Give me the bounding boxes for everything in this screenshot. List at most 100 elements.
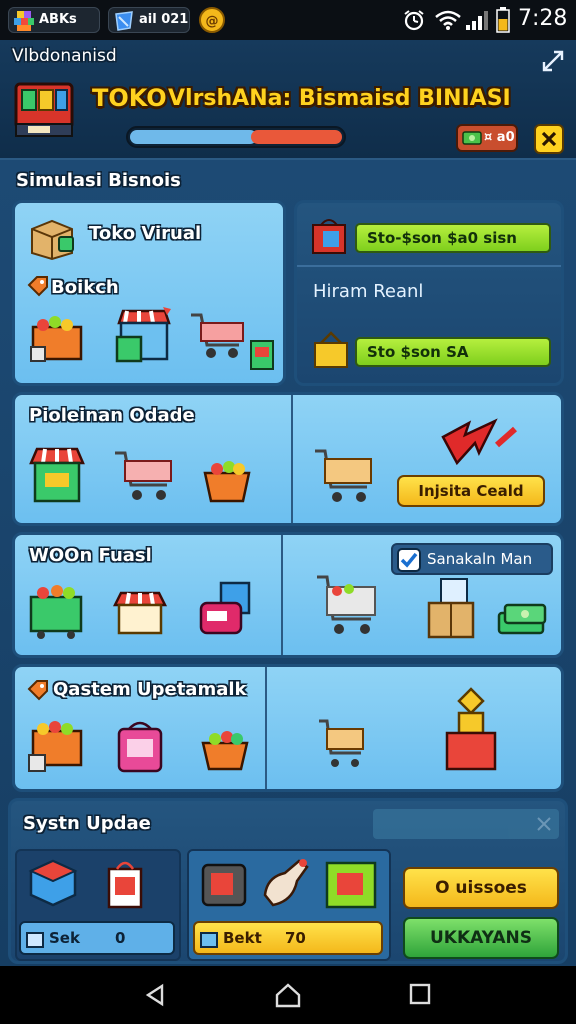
juice-box-icon	[250, 340, 274, 370]
svg-text:@: @	[206, 14, 219, 29]
sek-field[interactable]: Sek 0	[19, 921, 175, 955]
game-title: VlrshANa: Bismaisd BINIASI	[168, 86, 511, 111]
sek-value: 0	[115, 929, 126, 947]
trophy-crate-icon	[445, 687, 497, 771]
cube-icon	[28, 859, 78, 907]
box-icon	[26, 932, 44, 948]
shopping-bag-icon	[107, 861, 143, 909]
checkbox-icon	[397, 548, 421, 572]
buy-button[interactable]: O uissoes	[403, 867, 559, 909]
cart-icon	[317, 575, 376, 634]
cart-icon	[191, 313, 244, 358]
battery-icon	[496, 7, 510, 33]
appliance-icon	[201, 863, 247, 907]
coin-icon[interactable]: @	[199, 7, 225, 33]
divider	[297, 265, 561, 267]
panel-pioleinan[interactable]: Pioleinan Odade Injsita Ceald	[12, 392, 564, 526]
register-icon	[199, 581, 251, 635]
progress-fill-blue	[130, 130, 257, 144]
store-front-icon	[112, 591, 168, 635]
wifi-icon	[435, 10, 461, 30]
nav-bar	[0, 966, 576, 1024]
label-qastem: Qastem Upetamalk	[53, 679, 247, 700]
sek-label: Sek	[49, 929, 80, 947]
signal-icon	[466, 11, 488, 30]
progress-fill-red	[251, 130, 342, 144]
divider	[291, 395, 293, 523]
label-toko-virtual: Toko Virual	[89, 223, 202, 244]
money-value: ¤ a0	[484, 130, 515, 145]
title-prefix: TOKO	[92, 84, 167, 112]
status-bar: ABKs ail 021 @ 7:28	[0, 0, 576, 40]
produce-cart-icon	[29, 585, 83, 639]
cart-icon	[115, 451, 172, 500]
cart-icon	[315, 449, 372, 502]
label-woon-fuasl: WOOn Fuasl	[29, 545, 152, 566]
section-title-simulasi: Simulasi Bisnois	[16, 170, 181, 191]
tag-icon	[27, 276, 48, 297]
bekt-value: 70	[285, 929, 306, 947]
expand-icon[interactable]	[540, 48, 566, 74]
bekt-label: Bekt	[223, 929, 262, 947]
store-logo-icon	[14, 82, 74, 137]
sanakal-label: Sanakaln Man	[427, 550, 533, 568]
shopping-bag-icon	[117, 721, 163, 773]
shopping-bag-icon	[312, 219, 346, 254]
box-icon	[200, 932, 218, 948]
basket-icon	[314, 331, 348, 368]
alert-arrow-icon	[441, 418, 517, 466]
panel-woon-fuasl[interactable]: WOOn Fuasl Sanakaln Man	[12, 532, 564, 658]
basket-icon	[203, 461, 251, 503]
card-bekt[interactable]: Bekt 70	[187, 849, 391, 961]
cash-stack-icon	[497, 603, 547, 635]
resource-pill-2[interactable]: ail 021	[108, 7, 190, 33]
box-icon	[31, 219, 74, 261]
bekt-field[interactable]: Bekt 70	[193, 921, 383, 955]
cube-stack-icon	[14, 11, 34, 31]
package-icon	[427, 578, 475, 639]
header-subtitle: Vlbdonanisd	[12, 46, 117, 66]
divider	[281, 535, 283, 655]
search-slot[interactable]	[373, 809, 559, 839]
progress-bar	[126, 126, 346, 148]
sanakal-toggle[interactable]: Sanakaln Man	[391, 543, 553, 575]
produce-crate-icon	[30, 316, 83, 362]
basket-icon	[201, 731, 249, 771]
grocery-box-icon	[325, 861, 377, 909]
close-icon	[541, 131, 557, 147]
label-system-update: Systn Updae	[23, 813, 151, 834]
panel-system-update[interactable]: Systn Updae Sek 0 Bekt 70 O uissoes UKKA…	[8, 798, 568, 964]
panel-hiram-reanl[interactable]: Sto-$son $a0 sisn Hiram Reanl Sto $son S…	[294, 200, 564, 386]
panel-toko-virtual[interactable]: Toko Virual Boikch	[12, 200, 286, 386]
cart-icon	[319, 719, 364, 767]
resource-pill-1[interactable]: ABKs	[8, 7, 100, 33]
pill-2-label: ail 021	[139, 12, 189, 27]
store-front-icon	[29, 447, 85, 503]
produce-crate-icon	[28, 721, 83, 772]
bottle-icon	[263, 859, 309, 907]
tag-icon	[27, 680, 48, 701]
bar-sto-1[interactable]: Sto-$son $a0 sisn	[355, 223, 551, 253]
game-header: Vlbdonanisd TOKO VlrshANa: Bismaisd BINI…	[0, 40, 576, 160]
close-icon	[537, 817, 551, 831]
lanjutan-button[interactable]: Injsita Ceald	[397, 475, 545, 507]
bar-sto-2[interactable]: Sto $son SA	[355, 337, 551, 367]
cash-icon	[462, 131, 482, 145]
label-hiram-reanl: Hiram Reanl	[313, 281, 424, 302]
alarm-icon	[404, 10, 424, 31]
panel-qastem[interactable]: Qastem Upetamalk	[12, 664, 564, 792]
label-pioleinan: Pioleinan Odade	[29, 405, 195, 426]
back-icon[interactable]	[142, 982, 168, 1008]
clock: 7:28	[518, 6, 568, 31]
next-button[interactable]: UKKAYANS	[403, 917, 559, 959]
pill-1-label: ABKs	[39, 12, 77, 27]
store-front-icon	[115, 307, 171, 363]
money-badge[interactable]: ¤ a0	[456, 124, 518, 152]
close-button[interactable]	[534, 124, 564, 154]
gem-icon	[115, 11, 133, 31]
divider	[265, 667, 267, 789]
card-sek[interactable]: Sek 0	[15, 849, 181, 961]
recents-icon[interactable]	[408, 982, 432, 1006]
home-icon[interactable]	[274, 981, 302, 1009]
label-boikch: Boikch	[51, 277, 119, 298]
